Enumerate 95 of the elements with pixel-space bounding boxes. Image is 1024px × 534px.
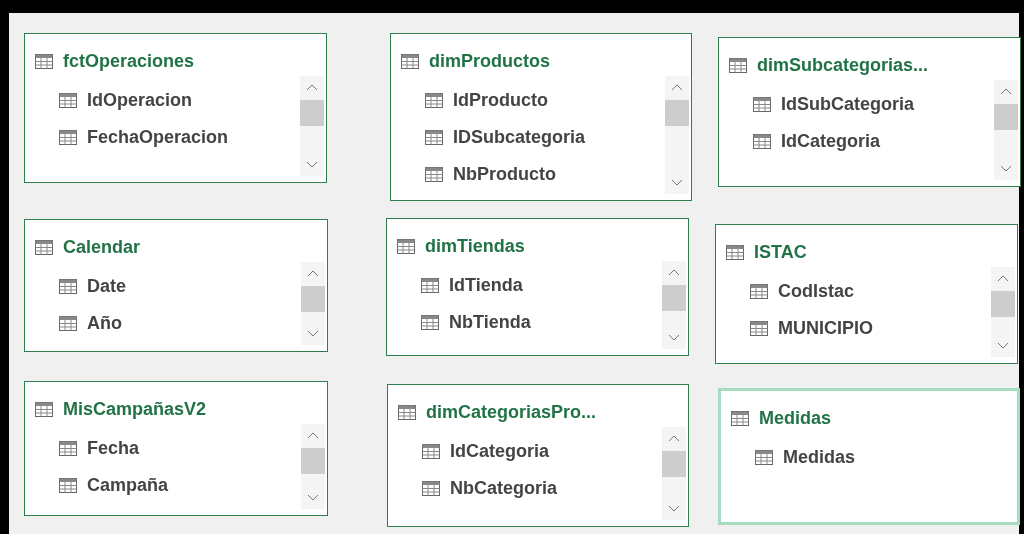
table-card[interactable]: dimProductos IdProducto IDSubcategoria NbProducto <box>390 33 692 201</box>
column-name[interactable]: IdProducto <box>453 87 548 114</box>
column-icon <box>422 481 440 496</box>
table-title: Medidas <box>759 406 832 430</box>
scroll-up-icon[interactable] <box>670 82 684 92</box>
table-title: Calendar <box>63 235 141 259</box>
column-icon <box>753 134 771 149</box>
column-name[interactable]: IdTienda <box>449 272 523 299</box>
scroll-up-icon[interactable] <box>305 82 319 92</box>
table-title: dimCategoriasPro... <box>426 400 597 424</box>
column-icon <box>750 321 768 336</box>
table-card[interactable]: Medidas Medidas <box>718 388 1020 525</box>
scrollbar[interactable] <box>301 424 325 509</box>
column-name[interactable]: NbCategoria <box>450 475 557 502</box>
scrollbar[interactable] <box>301 262 325 345</box>
column-icon <box>425 130 443 145</box>
scroll-up-icon[interactable] <box>667 433 681 443</box>
table-icon <box>397 238 415 254</box>
column-icon <box>755 450 773 465</box>
scroll-down-icon[interactable] <box>667 333 681 343</box>
table-icon <box>35 239 53 255</box>
scroll-thumb[interactable] <box>301 286 325 312</box>
table-card[interactable]: fctOperaciones IdOperacion FechaOperacion <box>24 33 327 183</box>
table-title: fctOperaciones <box>63 49 195 73</box>
table-title: dimSubcategorias... <box>757 53 929 77</box>
column-name[interactable]: CodIstac <box>778 278 855 305</box>
scroll-down-icon[interactable] <box>667 504 681 514</box>
column-name[interactable]: IdCategoria <box>450 438 550 465</box>
column-name[interactable]: NbTienda <box>449 309 531 336</box>
column-name[interactable]: IDSubcategoria <box>453 124 586 151</box>
column-name[interactable]: IdOperacion <box>87 87 193 114</box>
table-icon <box>731 410 749 426</box>
column-icon <box>750 284 768 299</box>
scrollbar[interactable] <box>300 76 324 176</box>
table-card[interactable]: dimCategoriasPro... IdCategoria NbCategoria <box>387 384 689 527</box>
table-card[interactable]: ISTAC CodIstac MUNICIPIO <box>715 224 1018 364</box>
scroll-thumb[interactable] <box>994 104 1018 130</box>
table-icon <box>729 57 747 73</box>
table-card[interactable]: dimTiendas IdTienda NbTienda <box>386 218 689 356</box>
column-icon <box>59 93 77 108</box>
table-card[interactable]: Calendar Date Año <box>24 219 328 352</box>
column-icon <box>425 93 443 108</box>
column-icon <box>421 278 439 293</box>
scroll-down-icon[interactable] <box>670 178 684 188</box>
table-icon <box>35 53 53 69</box>
scrollbar[interactable] <box>665 76 689 194</box>
scroll-down-icon[interactable] <box>996 341 1010 351</box>
scroll-up-icon[interactable] <box>306 430 320 440</box>
scrollbar[interactable] <box>994 80 1018 180</box>
scroll-up-icon[interactable] <box>996 273 1010 283</box>
scrollbar[interactable] <box>662 261 686 349</box>
table-icon <box>35 401 53 417</box>
table-icon <box>726 244 744 260</box>
column-name[interactable]: IdSubCategoria <box>781 91 914 118</box>
column-name[interactable]: IdCategoria <box>781 128 881 155</box>
column-name[interactable]: Campaña <box>87 472 169 499</box>
scroll-thumb[interactable] <box>662 285 686 311</box>
table-title: ISTAC <box>754 240 807 264</box>
scroll-up-icon[interactable] <box>999 86 1013 96</box>
column-icon <box>421 315 439 330</box>
table-card[interactable]: MisCampañasV2 Fecha Campaña <box>24 381 328 516</box>
table-icon <box>398 404 416 420</box>
column-icon <box>59 130 77 145</box>
table-title: dimTiendas <box>425 234 525 258</box>
column-name[interactable]: MUNICIPIO <box>778 315 873 342</box>
table-title: dimProductos <box>429 49 550 73</box>
scroll-down-icon[interactable] <box>306 493 320 503</box>
scroll-down-icon[interactable] <box>306 329 320 339</box>
scroll-up-icon[interactable] <box>667 267 681 277</box>
table-title: MisCampañasV2 <box>63 397 207 421</box>
column-icon <box>425 167 443 182</box>
column-name[interactable]: Fecha <box>87 435 140 462</box>
scroll-thumb[interactable] <box>301 448 325 474</box>
column-icon <box>59 441 77 456</box>
column-name[interactable]: Medidas <box>783 444 856 471</box>
table-icon <box>401 53 419 69</box>
column-icon <box>59 478 77 493</box>
scrollbar[interactable] <box>991 267 1015 357</box>
column-name[interactable]: Año <box>87 310 122 337</box>
scroll-down-icon[interactable] <box>999 164 1013 174</box>
scroll-thumb[interactable] <box>300 100 324 126</box>
scroll-thumb[interactable] <box>991 291 1015 317</box>
scroll-thumb[interactable] <box>665 100 689 126</box>
column-icon <box>59 316 77 331</box>
scroll-up-icon[interactable] <box>306 268 320 278</box>
column-icon <box>753 97 771 112</box>
scroll-thumb[interactable] <box>662 451 686 477</box>
column-icon <box>59 279 77 294</box>
column-icon <box>422 444 440 459</box>
scroll-down-icon[interactable] <box>305 160 319 170</box>
scrollbar[interactable] <box>662 427 686 520</box>
column-name[interactable]: Date <box>87 273 126 300</box>
table-card[interactable]: dimSubcategorias... IdSubCategoria IdCategoria <box>718 37 1021 187</box>
column-name[interactable]: NbProducto <box>453 161 556 188</box>
column-name[interactable]: FechaOperacion <box>87 124 229 151</box>
